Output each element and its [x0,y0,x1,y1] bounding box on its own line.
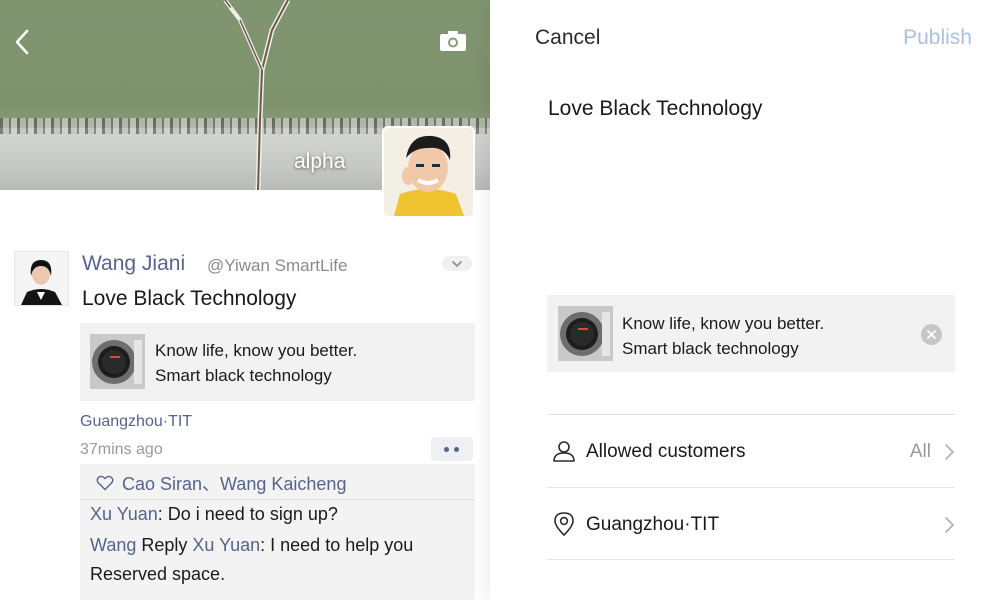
avatar-man-image [384,128,473,216]
more-actions-button[interactable] [431,437,473,461]
comment-reply[interactable]: Wang Reply Xu Yuan: I need to help you [90,535,413,556]
more-dot-icon [454,447,459,452]
author-avatar[interactable] [14,251,69,306]
comment-text: : I need to help you [260,535,414,555]
allowed-customers-value: All [909,441,931,462]
camera-icon[interactable] [439,30,467,52]
heart-icon [96,475,114,491]
comment-author[interactable]: Wang [90,535,136,555]
location-row[interactable]: Guangzhou·TIT [547,488,955,560]
attachment-title: Know life, know you better. [622,314,825,333]
profile-avatar[interactable] [382,126,475,218]
post-location[interactable]: Guangzhou·TIT [80,413,192,431]
author-handle: @Yiwan SmartLife [207,256,348,275]
likes-names[interactable]: Cao Siran、Wang Kaicheng [122,470,346,496]
profile-name: alpha [294,150,346,173]
avatar-woman-image [15,252,68,305]
moments-feed-panel: alpha Wang Jiani @Yiwan SmartLife Love B… [0,0,490,600]
comment[interactable]: Xu Yuan: Do i need to sign up? [90,504,338,525]
chevron-right-icon [945,517,955,533]
post-options-button[interactable] [442,256,472,271]
post-time: 37mins ago [80,441,163,458]
attached-link-card[interactable]: Know life, know you better. Smart black … [547,295,955,372]
allowed-customers-label: Allowed customers [586,441,746,462]
comment-text: : Do i need to sign up? [157,504,338,524]
likes-row: Cao Siran、Wang Kaicheng [96,470,346,496]
shared-link-card[interactable]: Know life, know you better. Smart black … [80,323,475,401]
person-icon [553,441,575,462]
back-chevron-icon[interactable] [12,28,32,56]
chevron-right-icon [945,444,955,460]
shared-card-title: Know life, know you better. [155,341,358,360]
thermostat-thumbnail [558,306,613,361]
attachment-subtitle: Smart black technology [622,339,799,358]
comment-text-continued: Reserved space. [90,564,226,584]
location-label: Guangzhou·TIT [586,514,720,535]
remove-attachment-button[interactable] [921,324,942,345]
location-pin-icon [554,512,574,536]
compose-post-panel: Cancel Publish Love Black Technology Kno… [490,0,999,600]
publish-button[interactable]: Publish [903,26,972,50]
likes-divider [80,499,475,500]
more-dot-icon [444,447,449,452]
reply-word: Reply [136,535,193,555]
comments-box: Cao Siran、Wang Kaicheng Xu Yuan: Do i ne… [80,464,475,600]
author-name[interactable]: Wang Jiani [82,252,185,276]
comment-author[interactable]: Xu Yuan [90,504,158,524]
cancel-button[interactable]: Cancel [535,26,600,50]
shared-card-subtitle: Smart black technology [155,366,332,385]
divider [547,559,955,560]
close-icon [927,330,936,339]
reply-to-author[interactable]: Xu Yuan [192,535,260,555]
thermostat-thumbnail [90,334,145,389]
post-text: Love Black Technology [82,287,297,310]
allowed-customers-row[interactable]: Allowed customers All [547,415,955,487]
compose-text-input[interactable]: Love Black Technology [548,97,762,121]
chevron-down-icon [452,261,462,268]
